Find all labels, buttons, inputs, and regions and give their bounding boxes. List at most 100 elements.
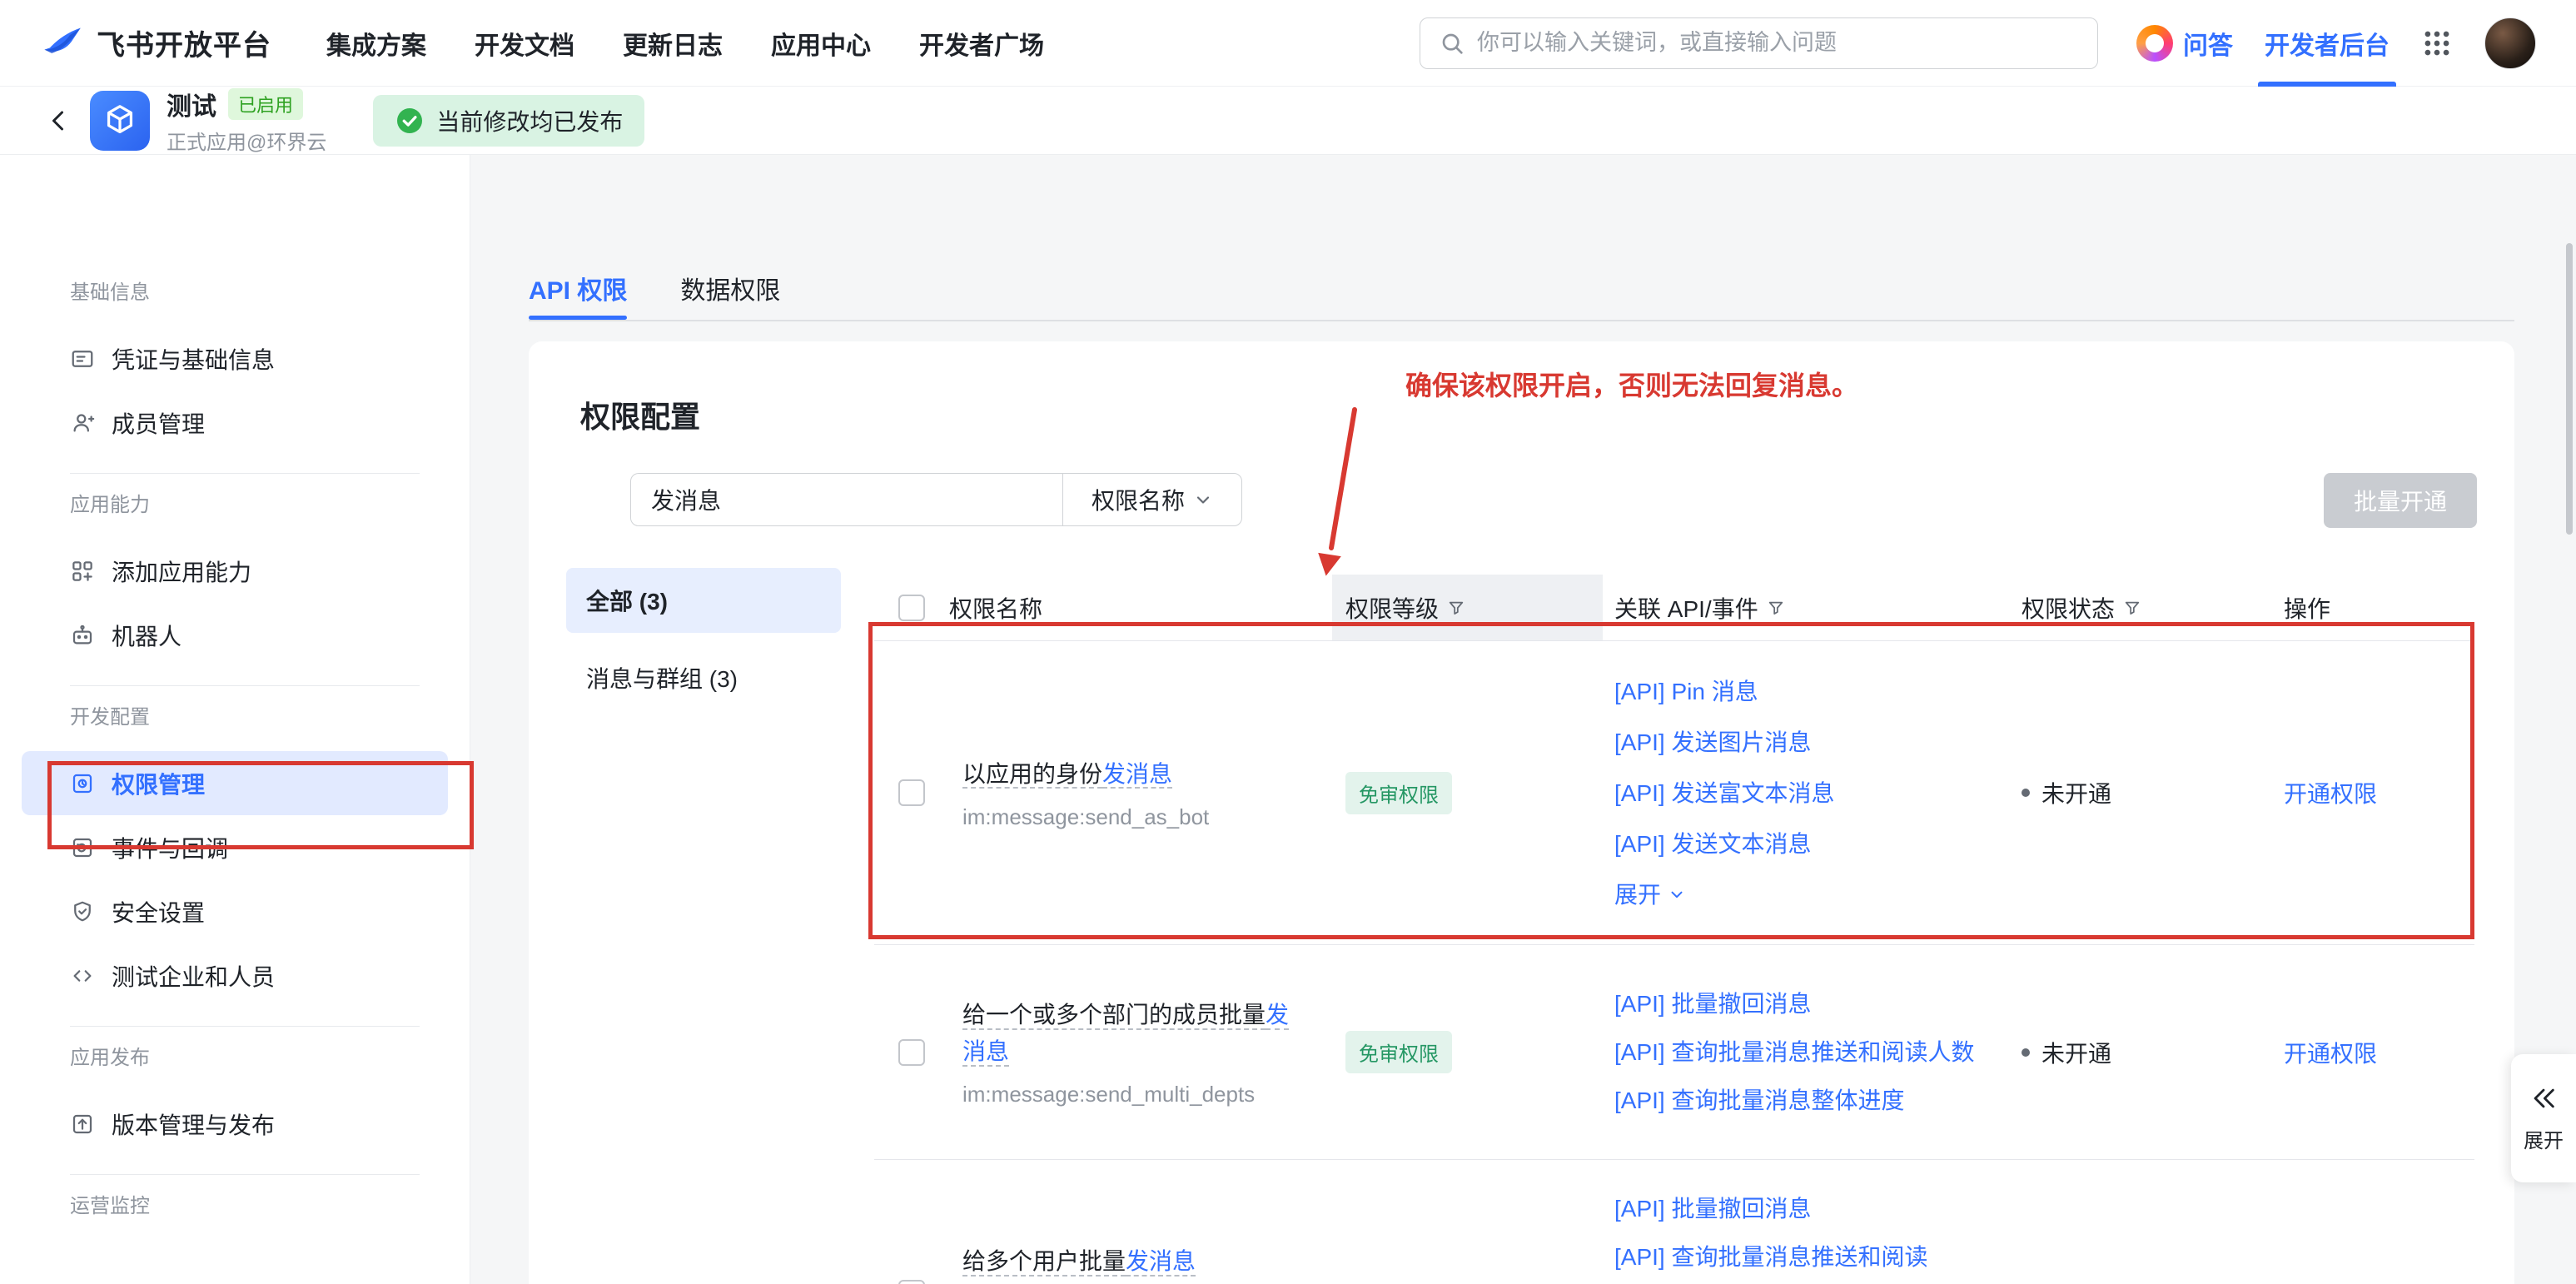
col-action: 操作 <box>2260 575 2474 640</box>
event-callback-icon <box>70 835 95 860</box>
status-dot <box>2022 1048 2030 1057</box>
api-link[interactable]: [API] Pin 消息 <box>1614 666 1834 717</box>
qa-link[interactable]: 问答 <box>2136 25 2233 62</box>
table-row-send-multi-users: 给多个用户批量发消息 [API] 批量撤回消息 [API] 查询批量消息推送和阅… <box>874 1160 2474 1284</box>
sidebar: 基础信息 凭证与基础信息 成员管理 应用能力 <box>0 155 470 1284</box>
app-meta: 测试 已启用 正式应用@环界云 <box>167 86 326 155</box>
chevron-down-icon <box>1193 490 1213 510</box>
sidebar-item-events[interactable]: 事件与回调 <box>22 815 448 879</box>
check-circle-icon <box>395 106 425 136</box>
nav-item-docs[interactable]: 开发文档 <box>475 25 574 62</box>
select-all-checkbox[interactable] <box>898 595 925 621</box>
sidebar-item-security[interactable]: 安全设置 <box>22 879 448 943</box>
sidebar-item-members[interactable]: 成员管理 <box>22 391 448 455</box>
tab-api-permission[interactable]: API 权限 <box>529 251 627 320</box>
section-title: 应用能力 <box>0 492 470 519</box>
sidebar-item-add-capability[interactable]: 添加应用能力 <box>22 539 448 603</box>
col-permission-name: 权限名称 <box>949 575 1332 640</box>
sidebar-item-test-enterprise[interactable]: 测试企业和人员 <box>22 943 448 1008</box>
permission-config-card: 权限配置 权限名称 批量开通 全部 (3) 消息与群组 (3) 权限名称 权限等… <box>529 341 2514 1284</box>
api-link[interactable]: [API] 查询批量消息推送和阅读人数 <box>1614 1028 1974 1077</box>
api-link[interactable]: [API] 批量撤回消息 <box>1614 980 1974 1028</box>
sidebar-section-dev-config: 开发配置 权限管理 事件与回调 <box>0 704 470 1008</box>
level-badge: 免审权限 <box>1345 1031 1452 1073</box>
user-avatar[interactable] <box>2484 17 2536 69</box>
add-capability-icon <box>70 559 95 584</box>
section-title: 开发配置 <box>0 704 470 731</box>
api-link[interactable]: [API] 发送富文本消息 <box>1614 768 1834 819</box>
code-brackets-icon <box>70 963 95 988</box>
bot-icon <box>70 623 95 648</box>
open-permission-link[interactable]: 开通权限 <box>2284 776 2377 809</box>
global-search-box[interactable] <box>1420 17 2098 69</box>
category-list: 全部 (3) 消息与群组 (3) <box>566 568 841 710</box>
permission-code: im:message:send_multi_depts <box>962 1082 1312 1107</box>
sidebar-divider <box>70 473 420 474</box>
category-message-group[interactable]: 消息与群组 (3) <box>566 645 841 710</box>
nav-right: 问答 开发者后台 <box>2136 0 2536 87</box>
app-cube-icon <box>90 91 150 151</box>
expand-side-panel-button[interactable]: 展开 <box>2511 1054 2576 1182</box>
nav-item-app-center[interactable]: 应用中心 <box>771 25 871 62</box>
developer-console-link[interactable]: 开发者后台 <box>2265 0 2390 87</box>
nav-item-dev-plaza[interactable]: 开发者广场 <box>919 25 1044 62</box>
category-all[interactable]: 全部 (3) <box>566 568 841 633</box>
search-icon <box>1439 30 1465 57</box>
row-checkbox[interactable] <box>898 1280 925 1284</box>
permission-code: im:message:send_as_bot <box>962 804 1209 830</box>
security-shield-icon <box>70 899 95 924</box>
permission-tabs: API 权限 数据权限 <box>529 251 780 320</box>
level-badge: 免审权限 <box>1345 772 1452 814</box>
expand-apis-link[interactable]: 展开 <box>1614 869 1834 920</box>
annotation-text: 确保该权限开启，否则无法回复消息。 <box>1405 365 1858 403</box>
api-link[interactable]: [API] 查询批量消息推送和阅读 <box>1614 1233 1927 1282</box>
filter-funnel-icon[interactable] <box>1447 599 1465 617</box>
table-header: 权限名称 权限等级 关联 API/事件 权限状态 <box>874 575 2474 641</box>
row-checkbox[interactable] <box>898 779 925 806</box>
filter-funnel-icon[interactable] <box>2123 599 2141 617</box>
sidebar-divider <box>70 1026 420 1027</box>
api-link[interactable]: [API] 发送文本消息 <box>1614 819 1834 869</box>
publish-status-banner: 当前修改均已发布 <box>373 95 644 147</box>
col-permission-status[interactable]: 权限状态 <box>1998 575 2260 640</box>
search-field-dropdown[interactable]: 权限名称 <box>1062 474 1241 525</box>
batch-open-button[interactable]: 批量开通 <box>2324 473 2477 528</box>
permission-search-input[interactable] <box>631 474 1062 525</box>
qa-ring-icon <box>2136 25 2173 62</box>
sidebar-section-capability: 应用能力 添加应用能力 机器人 <box>0 492 470 667</box>
status-dot <box>2022 789 2030 797</box>
tabs-divider <box>529 320 2514 321</box>
nav-item-integration[interactable]: 集成方案 <box>326 25 426 62</box>
app-name: 测试 <box>167 86 216 122</box>
sidebar-item-permissions[interactable]: 权限管理 <box>22 751 448 815</box>
section-title: 应用发布 <box>0 1045 470 1072</box>
release-icon <box>70 1112 95 1137</box>
nav-item-changelog[interactable]: 更新日志 <box>623 25 723 62</box>
sidebar-item-version-release[interactable]: 版本管理与发布 <box>22 1092 448 1156</box>
tab-data-permission[interactable]: 数据权限 <box>680 251 780 320</box>
global-search-input[interactable] <box>1477 30 2079 56</box>
app-header: 测试 已启用 正式应用@环界云 当前修改均已发布 <box>0 87 2576 155</box>
section-title: 基础信息 <box>0 280 470 306</box>
sidebar-section-monitor: 运营监控 <box>0 1193 470 1220</box>
permission-name[interactable]: 给多个用户批量发消息 <box>962 1243 1196 1280</box>
vertical-scrollbar[interactable] <box>2566 243 2573 535</box>
members-icon <box>70 411 95 435</box>
api-link[interactable]: [API] 发送图片消息 <box>1614 717 1834 768</box>
permission-name[interactable]: 以应用的身份发消息 <box>962 756 1209 793</box>
api-link[interactable]: [API] 查询批量消息整体进度 <box>1614 1077 1974 1125</box>
col-related-api[interactable]: 关联 API/事件 <box>1603 575 1998 640</box>
sidebar-divider <box>70 685 420 686</box>
table-row-send-multi-depts: 给一个或多个部门的成员批量发消息 im:message:send_multi_d… <box>874 945 2474 1160</box>
sidebar-item-credentials[interactable]: 凭证与基础信息 <box>22 326 448 391</box>
api-link[interactable]: [API] 批量撤回消息 <box>1614 1185 1927 1233</box>
open-permission-link[interactable]: 开通权限 <box>2284 1036 2377 1069</box>
apps-grid-icon[interactable] <box>2421 27 2453 59</box>
back-icon[interactable] <box>40 101 80 141</box>
status-text: 未开通 <box>2041 776 2111 809</box>
filter-funnel-icon[interactable] <box>1767 599 1785 617</box>
row-checkbox[interactable] <box>898 1039 925 1066</box>
permission-name[interactable]: 给一个或多个部门的成员批量发消息 <box>962 997 1312 1070</box>
sidebar-item-bot[interactable]: 机器人 <box>22 603 448 667</box>
brand[interactable]: 飞书开放平台 <box>40 22 271 65</box>
